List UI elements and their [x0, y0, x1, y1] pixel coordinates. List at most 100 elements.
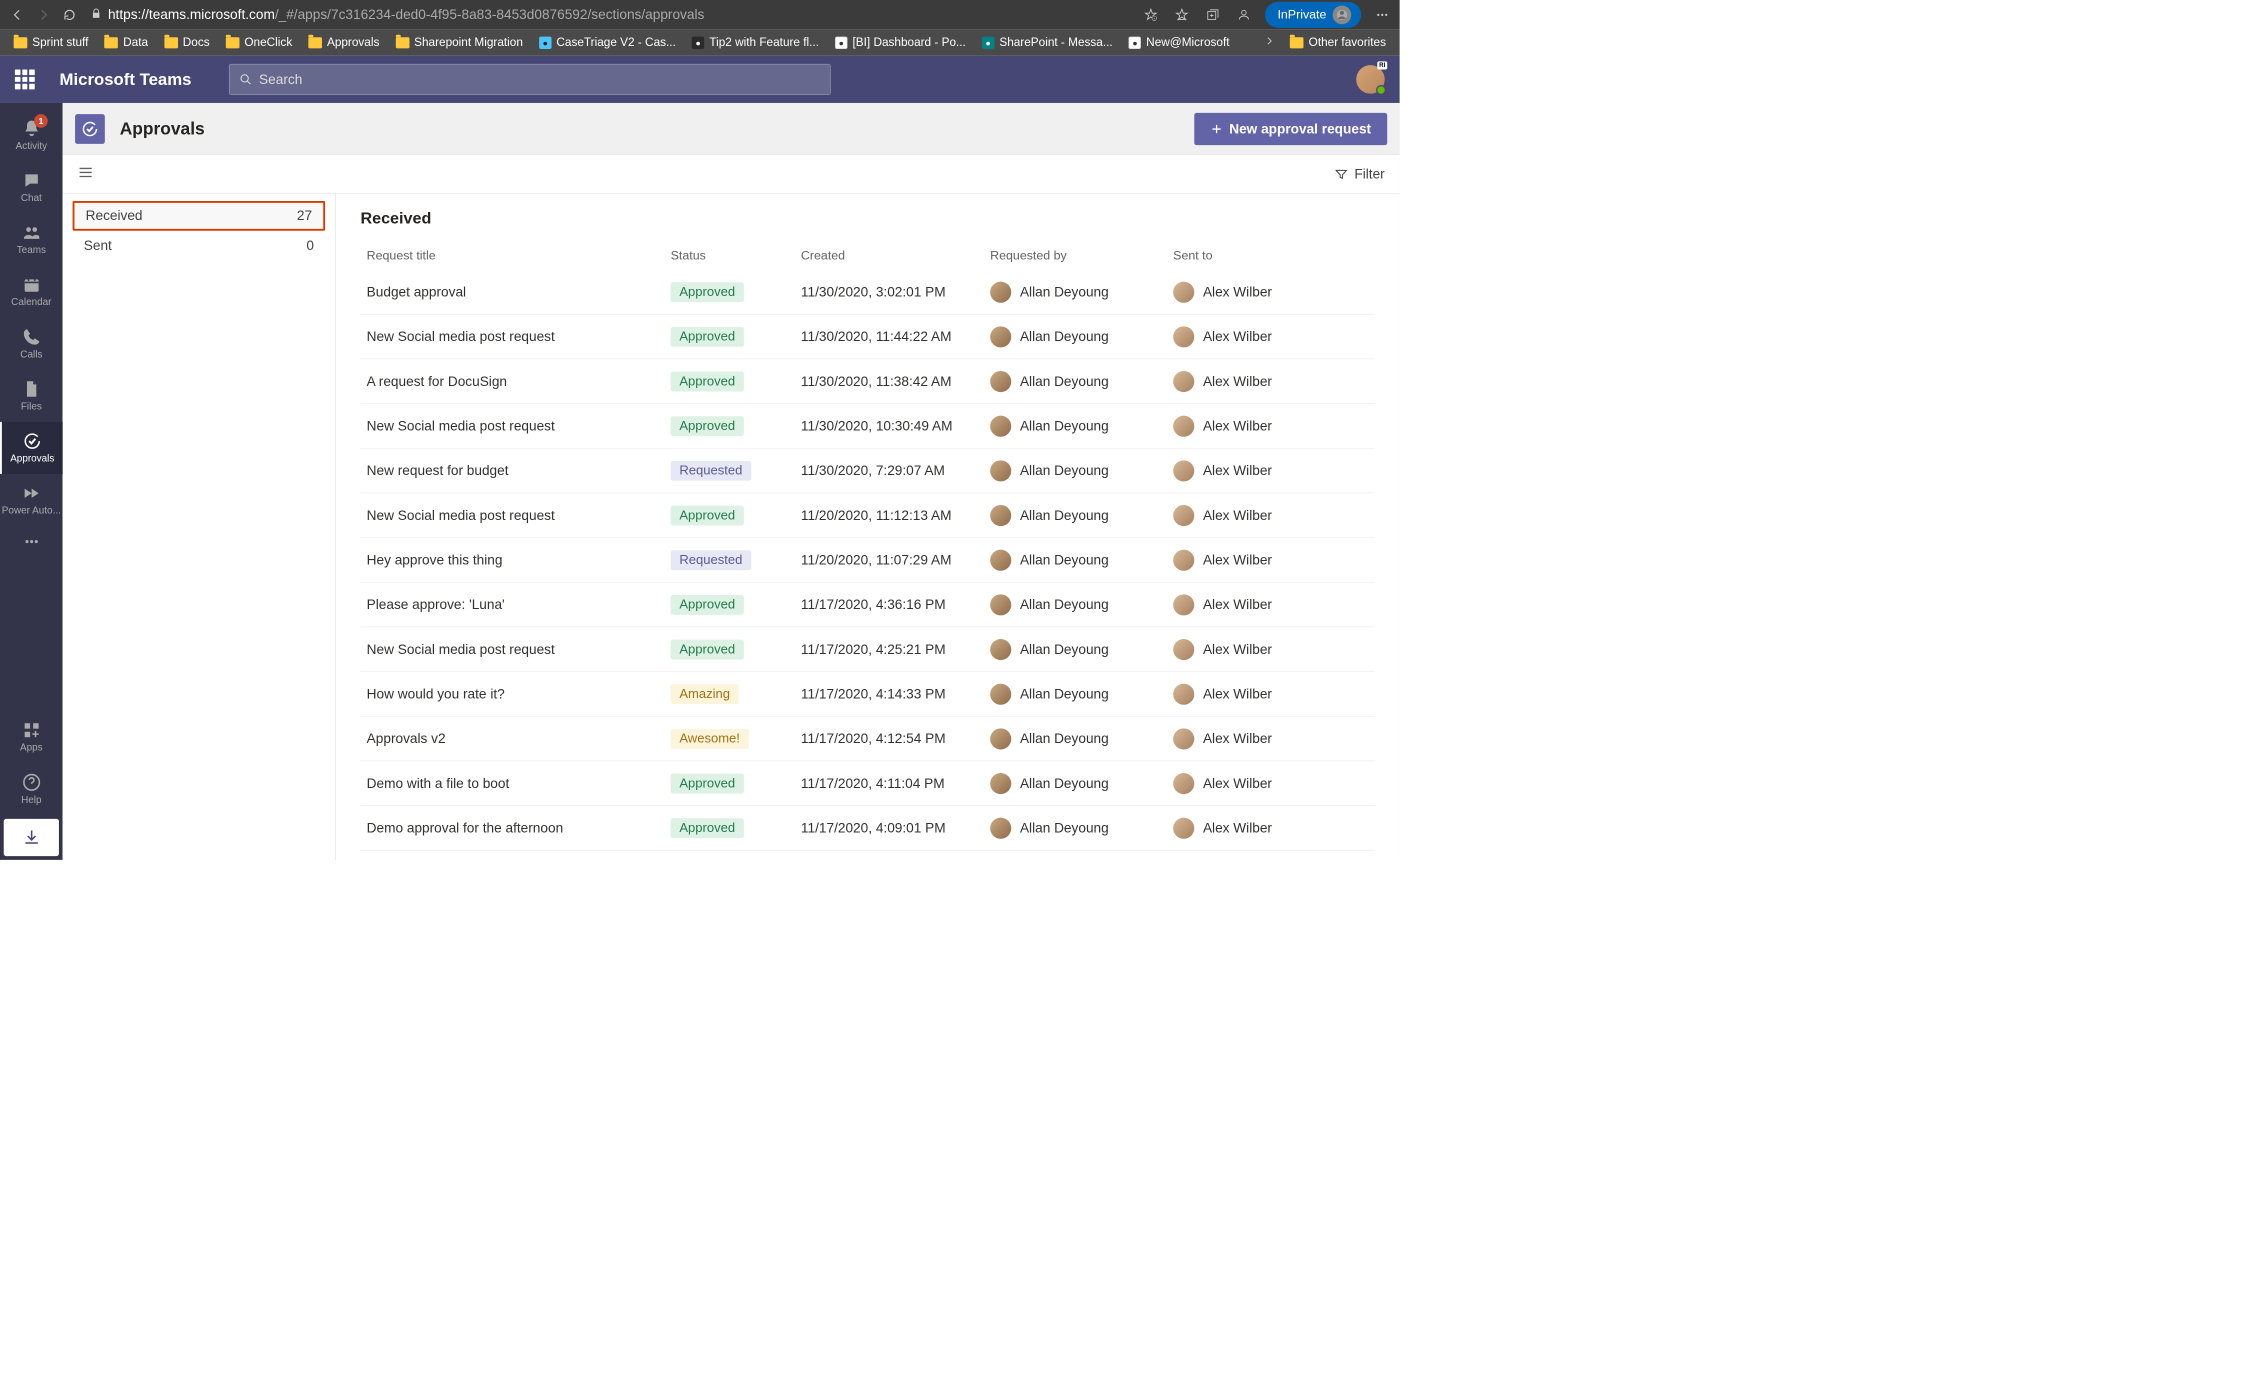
app-launcher-icon[interactable]	[15, 69, 35, 89]
table-row[interactable]: Budget approval Approved 11/30/2020, 3:0…	[360, 270, 1374, 315]
bookmark-item[interactable]: Docs	[158, 32, 216, 53]
bookmarks-overflow-icon[interactable]	[1259, 35, 1280, 50]
cell-title: New Social media post request	[367, 329, 671, 345]
cell-requester: Allan Deyoung	[990, 683, 1173, 704]
avatar	[1173, 728, 1194, 749]
cell-created: 11/17/2020, 4:09:01 PM	[801, 820, 990, 836]
cell-requester: Allan Deyoung	[990, 773, 1173, 794]
folder-received[interactable]: Received27	[73, 201, 326, 231]
avatar	[1173, 639, 1194, 660]
bookmark-item[interactable]: Approvals	[302, 32, 385, 53]
notification-badge: 1	[34, 114, 48, 128]
bookmark-item[interactable]: Data	[98, 32, 154, 53]
cell-status: Approved	[671, 595, 801, 615]
bookmark-item[interactable]: Sprint stuff	[7, 32, 94, 53]
cell-title: New Social media post request	[367, 641, 671, 657]
cell-sentto: Alex Wilber	[1173, 281, 1368, 302]
cell-created: 11/30/2020, 11:44:22 AM	[801, 329, 990, 345]
col-header-title[interactable]: Request title	[367, 249, 671, 263]
bookmark-item[interactable]: OneClick	[220, 32, 299, 53]
cell-title: New Social media post request	[367, 507, 671, 523]
cell-sentto: Alex Wilber	[1173, 773, 1368, 794]
table-row[interactable]: New Social media post request Approved 1…	[360, 627, 1374, 672]
filter-icon	[1335, 167, 1349, 181]
avatar	[990, 371, 1011, 392]
avatar	[990, 639, 1011, 660]
cell-created: 11/17/2020, 4:12:54 PM	[801, 731, 990, 747]
rail-item-approvals[interactable]: Approvals	[0, 422, 63, 474]
col-header-created[interactable]: Created	[801, 249, 990, 263]
table-row[interactable]: How would you rate it? Amazing 11/17/202…	[360, 672, 1374, 717]
table-row[interactable]: Please approve: 'Luna' Approved 11/17/20…	[360, 583, 1374, 628]
hamburger-menu-icon[interactable]	[78, 164, 94, 183]
table-row[interactable]: A request for DocuSign Approved 11/30/20…	[360, 359, 1374, 404]
rail-item-calendar[interactable]: Calendar	[0, 266, 63, 318]
bookmark-item[interactable]: ●SharePoint - Messa...	[976, 32, 1119, 53]
table-row[interactable]: New Social media post request Approved 1…	[360, 315, 1374, 360]
avatar	[1173, 460, 1194, 481]
bookmark-item[interactable]: ●CaseTriage V2 - Cas...	[533, 32, 682, 53]
cell-requester: Allan Deyoung	[990, 549, 1173, 570]
cell-created: 11/30/2020, 11:38:42 AM	[801, 373, 990, 389]
table-row[interactable]: Demo with a file to boot Approved 11/17/…	[360, 761, 1374, 806]
profile-icon[interactable]	[1234, 5, 1254, 25]
chat-icon	[22, 171, 41, 190]
col-header-requester[interactable]: Requested by	[990, 249, 1173, 263]
forward-button[interactable]	[34, 5, 54, 25]
folder-sent[interactable]: Sent0	[73, 231, 326, 261]
rail-item-powerauto[interactable]: Power Auto...	[0, 474, 63, 526]
avatar	[1173, 773, 1194, 794]
inprivate-badge[interactable]: InPrivate	[1265, 2, 1361, 28]
collections-icon[interactable]	[1203, 5, 1223, 25]
rail-item-activity[interactable]: 1Activity	[0, 109, 63, 161]
bookmark-item[interactable]: ●Tip2 with Feature fl...	[686, 32, 825, 53]
avatar	[990, 683, 1011, 704]
favorites-icon[interactable]	[1172, 5, 1192, 25]
table-row[interactable]: Hey approve this thing Requested 11/20/2…	[360, 538, 1374, 583]
avatar	[990, 460, 1011, 481]
cell-sentto: Alex Wilber	[1173, 683, 1368, 704]
refresh-button[interactable]	[60, 5, 80, 25]
rail-item-calls[interactable]: Calls	[0, 318, 63, 370]
rail-apps[interactable]: Apps	[0, 711, 63, 763]
new-approval-request-button[interactable]: New approval request	[1194, 113, 1387, 145]
table-row[interactable]: New request for budget Requested 11/30/2…	[360, 449, 1374, 494]
avatar	[990, 728, 1011, 749]
address-bar[interactable]: https://teams.microsoft.com/_#/apps/7c31…	[86, 7, 1135, 23]
table-row[interactable]: New Social media post request Approved 1…	[360, 493, 1374, 538]
filter-button[interactable]: Filter	[1335, 166, 1385, 182]
rail-more[interactable]	[0, 526, 63, 557]
bookmark-item[interactable]: ●[BI] Dashboard - Po...	[829, 32, 972, 53]
favorite-star-icon[interactable]: +	[1141, 5, 1161, 25]
cell-status: Approved	[671, 371, 801, 391]
cell-sentto: Alex Wilber	[1173, 549, 1368, 570]
avatar	[1173, 326, 1194, 347]
app-title: Microsoft Teams	[60, 70, 192, 89]
cell-created: 11/17/2020, 4:14:33 PM	[801, 686, 990, 702]
table-row[interactable]: Demo approval for the afternoon Approved…	[360, 806, 1374, 851]
avatar	[1173, 415, 1194, 436]
bookmark-item[interactable]: ●New@Microsoft	[1123, 32, 1236, 53]
search-box[interactable]	[229, 64, 831, 95]
table-row[interactable]: Approvals v2 Awesome! 11/17/2020, 4:12:5…	[360, 717, 1374, 762]
other-favorites[interactable]: Other favorites	[1284, 32, 1392, 53]
cell-sentto: Alex Wilber	[1173, 415, 1368, 436]
download-app-button[interactable]	[4, 819, 59, 856]
rail-item-files[interactable]: Files	[0, 370, 63, 422]
table-heading: Received	[360, 208, 1374, 227]
more-menu-icon[interactable]	[1372, 5, 1392, 25]
folder-icon	[1290, 37, 1304, 48]
search-input[interactable]	[259, 71, 820, 87]
rail-item-chat[interactable]: Chat	[0, 161, 63, 213]
back-button[interactable]	[7, 5, 27, 25]
col-header-sentto[interactable]: Sent to	[1173, 249, 1368, 263]
rail-item-teams[interactable]: Teams	[0, 213, 63, 265]
user-avatar[interactable]: RI	[1356, 65, 1385, 94]
bookmark-item[interactable]: Sharepoint Migration	[389, 32, 529, 53]
rail-help[interactable]: Help	[0, 763, 63, 815]
avatar	[990, 415, 1011, 436]
folder-icon	[226, 37, 240, 48]
table-row[interactable]: New Social media post request Approved 1…	[360, 404, 1374, 449]
cell-title: New request for budget	[367, 463, 671, 479]
col-header-status[interactable]: Status	[671, 249, 801, 263]
